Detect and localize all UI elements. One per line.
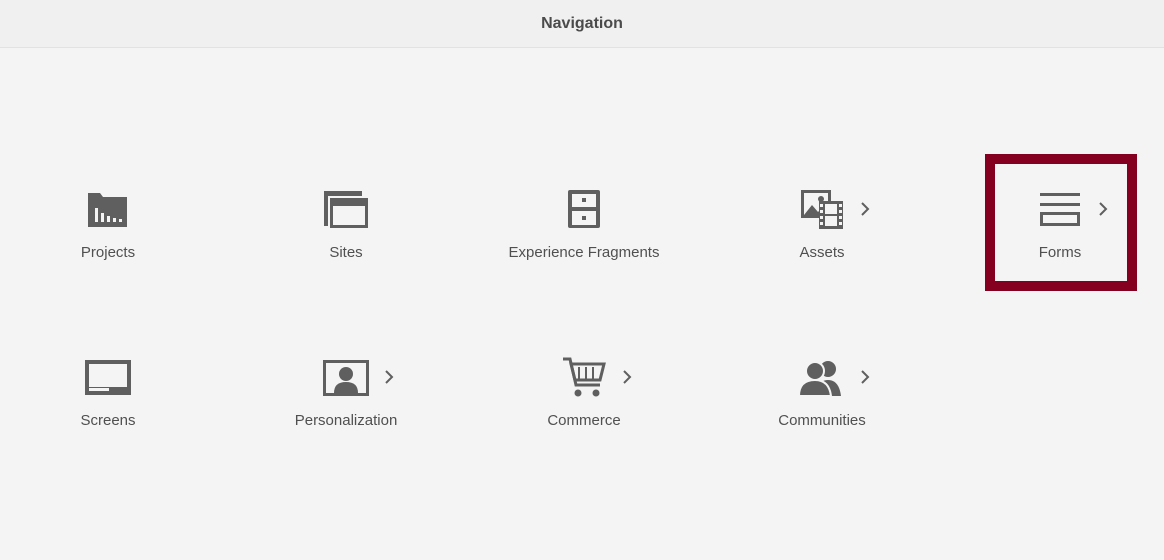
page-title: Navigation <box>541 14 623 32</box>
nav-tile-experience-fragments[interactable]: Experience Fragments <box>479 184 689 284</box>
people-icon <box>792 352 870 402</box>
sites-icon <box>316 184 376 234</box>
monitor-icon <box>78 352 138 402</box>
cart-icon <box>554 352 632 402</box>
nav-tile-assets[interactable]: Assets <box>717 184 927 284</box>
nav-tile-personalization[interactable]: Personalization <box>241 352 451 452</box>
nav-tile-communities[interactable]: Communities <box>717 352 927 452</box>
selection-highlight <box>985 154 1137 291</box>
chevron-right-icon <box>623 370 632 384</box>
tile-label-screens: Screens <box>80 412 136 429</box>
tile-label-assets: Assets <box>799 244 845 261</box>
tile-label-commerce: Commerce <box>547 412 621 429</box>
nav-tile-projects[interactable]: Projects <box>3 184 213 284</box>
nav-tile-sites[interactable]: Sites <box>241 184 451 284</box>
tile-label-sites: Sites <box>329 244 363 261</box>
tile-label-experience-fragments: Experience Fragments <box>508 244 660 261</box>
nav-tile-commerce[interactable]: Commerce <box>479 352 689 452</box>
tile-label-personalization: Personalization <box>294 412 398 429</box>
assets-icon <box>792 184 870 234</box>
portrait-icon <box>316 352 394 402</box>
chevron-right-icon <box>385 370 394 384</box>
tile-label-projects: Projects <box>80 244 136 261</box>
cabinet-icon <box>554 184 614 234</box>
tile-label-communities: Communities <box>778 412 866 429</box>
chevron-right-icon <box>861 202 870 216</box>
top-bar: Navigation <box>0 0 1164 48</box>
chevron-right-icon <box>861 370 870 384</box>
nav-tile-screens[interactable]: Screens <box>3 352 213 452</box>
projects-icon <box>78 184 138 234</box>
